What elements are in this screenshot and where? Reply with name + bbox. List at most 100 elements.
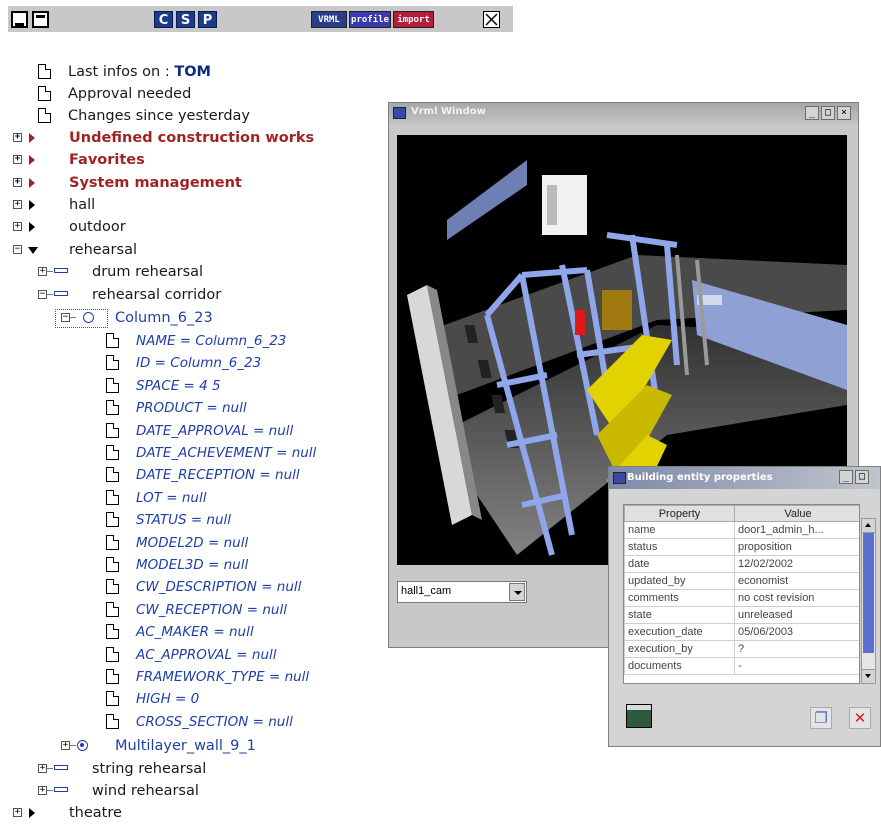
- close-icon[interactable]: [483, 11, 500, 28]
- property-cell[interactable]: execution_by: [624, 640, 735, 658]
- table-row[interactable]: status proposition: [624, 538, 859, 556]
- tree-item-multilayer-wall[interactable]: + Multilayer_wall_9_1: [61, 735, 256, 757]
- vrml-button[interactable]: VRML: [311, 11, 347, 28]
- profile-button[interactable]: profile: [349, 11, 391, 28]
- new-window-button[interactable]: ❐: [810, 707, 832, 729]
- property-leaf[interactable]: DATE_APPROVAL = null: [106, 420, 293, 442]
- collapse-icon[interactable]: −: [61, 313, 70, 322]
- s-button[interactable]: S: [176, 11, 195, 28]
- maximize-icon[interactable]: □: [855, 470, 869, 484]
- property-leaf[interactable]: DATE_ACHEVEMENT = null: [106, 442, 316, 464]
- property-cell[interactable]: date: [624, 555, 735, 573]
- delete-button[interactable]: ✕: [849, 707, 871, 729]
- tree-item-column[interactable]: − Column_6_23: [61, 307, 213, 329]
- value-cell[interactable]: no cost revision: [734, 589, 859, 607]
- property-leaf[interactable]: HIGH = 0: [106, 688, 199, 710]
- property-leaf[interactable]: SPACE = 4 5: [106, 375, 221, 397]
- expand-icon[interactable]: +: [38, 764, 47, 773]
- table-row[interactable]: date 12/02/2002: [624, 555, 859, 573]
- tree-item-last-infos[interactable]: Last infos on : TOM: [36, 61, 211, 83]
- tree-item-approval[interactable]: Approval needed: [36, 83, 191, 105]
- value-column-header[interactable]: Value: [734, 505, 859, 522]
- property-cell[interactable]: name: [624, 521, 735, 539]
- property-leaf[interactable]: DATE_RECEPTION = null: [106, 464, 300, 486]
- minimize-icon[interactable]: [11, 11, 28, 28]
- value-cell[interactable]: 05/06/2003: [734, 623, 859, 641]
- vertical-scrollbar[interactable]: [861, 518, 876, 684]
- table-row[interactable]: comments no cost revision: [624, 589, 859, 607]
- table-row[interactable]: name door1_admin_h...: [624, 521, 859, 539]
- tree-item-outdoor[interactable]: + outdoor: [13, 216, 126, 238]
- value-cell[interactable]: proposition: [734, 538, 859, 556]
- property-leaf[interactable]: AC_APPROVAL = null: [106, 644, 277, 666]
- table-row[interactable]: execution_date 05/06/2003: [624, 623, 859, 641]
- property-cell[interactable]: status: [624, 538, 735, 556]
- property-cell[interactable]: state: [624, 606, 735, 624]
- property-leaf[interactable]: LOT = null: [106, 487, 207, 509]
- property-leaf[interactable]: MODEL3D = null: [106, 554, 248, 576]
- close-icon[interactable]: ×: [837, 106, 851, 120]
- property-column-header[interactable]: Property: [624, 505, 735, 522]
- property-leaf[interactable]: MODEL2D = null: [106, 532, 248, 554]
- maximize-icon[interactable]: [32, 11, 49, 28]
- property-cell[interactable]: documents: [624, 657, 735, 675]
- maximize-icon[interactable]: □: [821, 106, 835, 120]
- calculator-icon[interactable]: [626, 704, 652, 728]
- tree-item-changes[interactable]: Changes since yesterday: [36, 105, 250, 127]
- property-leaf[interactable]: ID = Column_6_23: [106, 352, 261, 374]
- minimize-icon[interactable]: _: [805, 106, 819, 120]
- minimize-icon[interactable]: _: [839, 470, 853, 484]
- scroll-thumb[interactable]: [863, 533, 874, 653]
- tree-item-rehearsal-corridor[interactable]: − rehearsal corridor: [38, 284, 221, 306]
- property-leaf[interactable]: CW_RECEPTION = null: [106, 599, 287, 621]
- import-button[interactable]: import: [393, 11, 434, 28]
- table-row[interactable]: documents -: [624, 657, 859, 675]
- chevron-down-icon[interactable]: [509, 583, 525, 601]
- expand-icon[interactable]: +: [61, 741, 70, 750]
- table-row[interactable]: execution_by?: [624, 640, 859, 658]
- table-row[interactable]: state unreleased: [624, 606, 859, 624]
- c-button[interactable]: C: [154, 11, 173, 28]
- expand-icon[interactable]: +: [13, 133, 22, 142]
- property-cell[interactable]: updated_by: [624, 572, 735, 590]
- table-row[interactable]: updated_by economist: [624, 572, 859, 590]
- collapse-icon[interactable]: −: [13, 245, 22, 254]
- expand-icon[interactable]: +: [13, 178, 22, 187]
- tree-item-system-management[interactable]: + System management: [13, 172, 242, 194]
- tree-item-string-rehearsal[interactable]: + string rehearsal: [38, 758, 206, 780]
- tree-item-undefined-works[interactable]: + Undefined construction works: [13, 127, 314, 149]
- value-cell[interactable]: economist: [734, 572, 859, 590]
- value-cell[interactable]: 12/02/2002: [734, 555, 859, 573]
- expand-icon[interactable]: +: [13, 200, 22, 209]
- expand-icon[interactable]: +: [38, 267, 47, 276]
- value-cell[interactable]: -: [734, 657, 859, 675]
- property-cell[interactable]: execution_date: [624, 623, 735, 641]
- props-titlebar[interactable]: Building entity properties _ □: [609, 467, 880, 489]
- expand-icon[interactable]: +: [38, 786, 47, 795]
- property-leaf[interactable]: AC_MAKER = null: [106, 621, 254, 643]
- expand-icon[interactable]: +: [13, 808, 22, 817]
- property-leaf[interactable]: STATUS = null: [106, 509, 231, 531]
- scroll-up-icon[interactable]: [862, 519, 875, 533]
- property-leaf[interactable]: NAME = Column_6_23: [106, 330, 286, 352]
- property-cell[interactable]: comments: [624, 589, 735, 607]
- tree-item-drum-rehearsal[interactable]: + drum rehearsal: [38, 261, 203, 283]
- property-leaf[interactable]: PRODUCT = null: [106, 397, 247, 419]
- value-cell[interactable]: unreleased: [734, 606, 859, 624]
- p-button[interactable]: P: [198, 11, 217, 28]
- expand-icon[interactable]: +: [13, 155, 22, 164]
- property-leaf[interactable]: CROSS_SECTION = null: [106, 711, 293, 733]
- collapse-icon[interactable]: −: [38, 290, 47, 299]
- expand-icon[interactable]: +: [13, 222, 22, 231]
- scroll-down-icon[interactable]: [862, 669, 875, 683]
- property-leaf[interactable]: FRAMEWORK_TYPE = null: [106, 666, 309, 688]
- value-cell[interactable]: door1_admin_h...: [734, 521, 859, 539]
- camera-select[interactable]: hall1_cam: [397, 581, 527, 603]
- tree-item-wind-rehearsal[interactable]: + wind rehearsal: [38, 780, 199, 802]
- tree-item-rehearsal[interactable]: − rehearsal: [13, 239, 137, 261]
- property-leaf[interactable]: CW_DESCRIPTION = null: [106, 576, 301, 598]
- vrml-titlebar[interactable]: Vrml Window _ □ ×: [389, 103, 858, 124]
- tree-item-hall[interactable]: + hall: [13, 194, 95, 216]
- tree-item-favorites[interactable]: + Favorites: [13, 149, 145, 171]
- value-cell[interactable]: ?: [734, 640, 859, 658]
